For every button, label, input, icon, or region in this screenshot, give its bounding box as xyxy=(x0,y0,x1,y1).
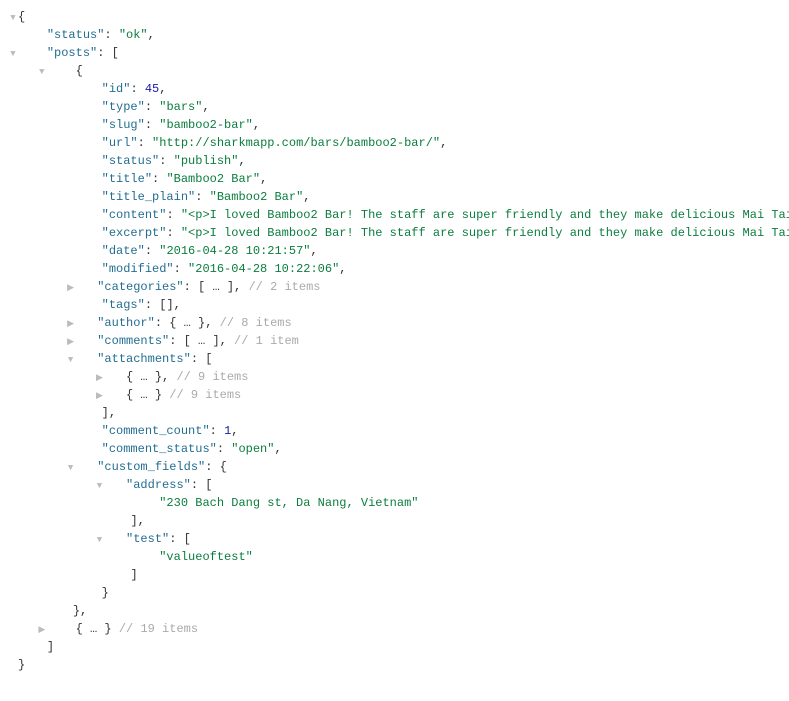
test-close: ] xyxy=(130,568,137,582)
key-excerpt: "excerpt" xyxy=(102,226,167,240)
caret-comments[interactable]: ▶ xyxy=(66,336,76,350)
key-address: "address" xyxy=(126,478,191,492)
key-categories: "categories" xyxy=(97,280,183,294)
value-url: "http://sharkmapp.com/bars/bamboo2-bar/" xyxy=(152,136,440,150)
address-open: [ xyxy=(205,478,212,492)
value-tags: [] xyxy=(159,298,173,312)
value-content: "<p>I loved Bamboo2 Bar! The staff are s… xyxy=(181,208,789,222)
key-title: "title" xyxy=(102,172,152,186)
key-title-plain: "title_plain" xyxy=(102,190,196,204)
caret-root[interactable]: ▼ xyxy=(8,12,18,26)
post1-collapsed[interactable]: { … } xyxy=(76,622,112,636)
posts-close: ] xyxy=(47,640,54,654)
attachment-item-0[interactable]: { … }, xyxy=(126,370,169,384)
value-modified: "2016-04-28 10:22:06" xyxy=(188,262,339,276)
caret-author[interactable]: ▶ xyxy=(66,318,76,332)
value-title: "Bamboo2 Bar" xyxy=(166,172,260,186)
author-collapsed[interactable]: { … }, xyxy=(169,316,212,330)
caret-address[interactable]: ▼ xyxy=(94,480,104,494)
caret-posts[interactable]: ▼ xyxy=(8,48,18,62)
attachment-item-1-comment: // 9 items xyxy=(162,388,241,402)
key-modified: "modified" xyxy=(102,262,174,276)
categories-comment: // 2 items xyxy=(241,280,320,294)
attachment-item-0-comment: // 9 items xyxy=(169,370,248,384)
post0-open: { xyxy=(76,64,83,78)
key-author: "author" xyxy=(97,316,155,330)
key-custom-fields: "custom_fields" xyxy=(97,460,205,474)
value-status: "ok" xyxy=(119,28,148,42)
key-date: "date" xyxy=(102,244,145,258)
value-excerpt: "<p>I loved Bamboo2 Bar! The staff are s… xyxy=(181,226,789,240)
caret-custom-fields[interactable]: ▼ xyxy=(66,462,76,476)
key-post-status: "status" xyxy=(102,154,160,168)
author-comment: // 8 items xyxy=(212,316,291,330)
value-test: "valueoftest" xyxy=(159,550,253,564)
post0-close: }, xyxy=(73,604,87,618)
post1-comment: // 19 items xyxy=(112,622,198,636)
value-type: "bars" xyxy=(159,100,202,114)
value-post-status: "publish" xyxy=(174,154,239,168)
key-comments: "comments" xyxy=(97,334,169,348)
key-attachments: "attachments" xyxy=(97,352,191,366)
comments-comment: // 1 item xyxy=(227,334,299,348)
value-title-plain: "Bamboo2 Bar" xyxy=(210,190,304,204)
comments-collapsed[interactable]: [ … ], xyxy=(184,334,227,348)
caret-categories[interactable]: ▶ xyxy=(66,282,76,296)
caret-post0[interactable]: ▼ xyxy=(37,66,47,80)
key-slug: "slug" xyxy=(102,118,145,132)
key-status: "status" xyxy=(47,28,105,42)
custom-fields-close: } xyxy=(102,586,109,600)
test-open: [ xyxy=(184,532,191,546)
custom-fields-open: { xyxy=(220,460,227,474)
key-test: "test" xyxy=(126,532,169,546)
key-type: "type" xyxy=(102,100,145,114)
key-url: "url" xyxy=(102,136,138,150)
root-open-brace: { xyxy=(18,10,25,24)
value-address: "230 Bach Dang st, Da Nang, Vietnam" xyxy=(159,496,418,510)
value-slug: "bamboo2-bar" xyxy=(159,118,253,132)
key-comment-status: "comment_status" xyxy=(102,442,217,456)
caret-attach0[interactable]: ▶ xyxy=(94,372,104,386)
key-content: "content" xyxy=(102,208,167,222)
caret-test[interactable]: ▼ xyxy=(94,534,104,548)
key-posts: "posts" xyxy=(47,46,97,60)
key-id: "id" xyxy=(102,82,131,96)
attachments-close: ], xyxy=(102,406,116,420)
value-id: 45 xyxy=(145,82,159,96)
key-tags: "tags" xyxy=(102,298,145,312)
caret-attachments[interactable]: ▼ xyxy=(66,354,76,368)
caret-attach1[interactable]: ▶ xyxy=(94,390,104,404)
address-close: ], xyxy=(130,514,144,528)
attachments-open: [ xyxy=(205,352,212,366)
categories-collapsed[interactable]: [ … ], xyxy=(198,280,241,294)
caret-post1[interactable]: ▶ xyxy=(37,624,47,638)
key-comment-count: "comment_count" xyxy=(102,424,210,438)
attachment-item-1[interactable]: { … } xyxy=(126,388,162,402)
root-close-brace: } xyxy=(18,658,25,672)
value-date: "2016-04-28 10:21:57" xyxy=(159,244,310,258)
posts-open: [ xyxy=(112,46,119,60)
value-comment-status: "open" xyxy=(231,442,274,456)
